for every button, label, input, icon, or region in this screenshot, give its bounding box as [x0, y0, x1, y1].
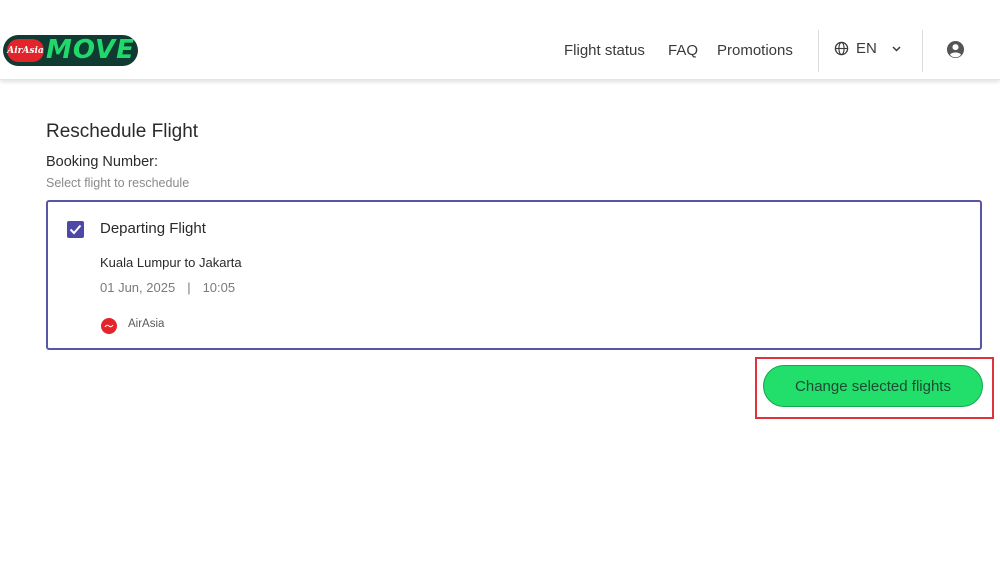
flight-route: Kuala Lumpur to Jakarta: [100, 255, 242, 270]
user-icon[interactable]: [946, 40, 965, 64]
nav-promotions-link[interactable]: Promotions: [717, 42, 793, 60]
flight-time: 10:05: [202, 280, 236, 295]
flight-date: 01 Jun, 2025: [100, 280, 176, 295]
departing-flight-card[interactable]: Departing Flight Kuala Lumpur to Jakarta…: [46, 200, 982, 350]
nav-divider: [922, 30, 923, 72]
nav-faq-link[interactable]: FAQ: [668, 42, 698, 60]
page-title: Reschedule Flight: [46, 121, 199, 142]
flight-checkbox[interactable]: [67, 221, 84, 238]
datetime-separator: |: [187, 280, 191, 295]
language-selector[interactable]: EN: [834, 40, 902, 57]
change-selected-flights-button[interactable]: Change selected flights: [763, 365, 983, 407]
airasia-badge: AirAsia: [7, 39, 44, 62]
nav-flight-status-link[interactable]: Flight status: [564, 42, 645, 60]
nav-divider: [818, 30, 819, 72]
globe-icon: [834, 41, 849, 56]
airline-logo-icon: [101, 318, 117, 334]
airline-name: AirAsia: [128, 318, 165, 330]
booking-number-label: Booking Number:: [46, 154, 159, 170]
top-header: AirAsia MOVE Flight status FAQ Promotion…: [0, 0, 1000, 80]
flight-title: Departing Flight: [100, 220, 206, 237]
airasia-move-logo[interactable]: AirAsia MOVE: [3, 35, 138, 66]
flight-datetime: 01 Jun, 2025 | 10:05: [100, 280, 235, 295]
language-code: EN: [856, 40, 877, 57]
chevron-down-icon: [891, 45, 902, 53]
select-hint: Select flight to reschedule: [46, 176, 190, 190]
checkmark-icon: [69, 224, 82, 235]
move-wordmark: MOVE: [46, 35, 135, 65]
